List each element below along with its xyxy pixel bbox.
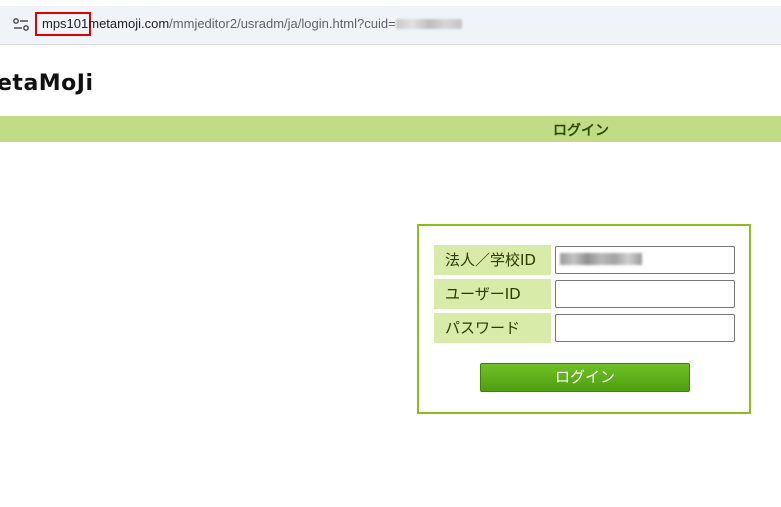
password-label: パスワード [434, 313, 551, 343]
login-button[interactable]: ログイン [480, 363, 690, 392]
tune-icon[interactable] [10, 16, 32, 34]
corp-id-label: 法人／学校ID [434, 245, 551, 275]
login-form: 法人／学校ID ユーザーID パスワード ログイン [417, 224, 751, 414]
password-input[interactable] [555, 314, 735, 342]
logo: etaMoJi [0, 71, 94, 96]
page-title: ログイン [553, 123, 609, 139]
address-bar[interactable]: mps101metamoji.com/mmjeditor2/usradm/ja/… [0, 6, 781, 45]
user-id-input[interactable] [555, 280, 735, 308]
header-band: ログイン [0, 116, 781, 142]
corp-id-input[interactable] [555, 246, 735, 274]
redacted-cuid [395, 19, 462, 29]
url-path: /mmjeditor2/usradm/ja/login.html?cuid= [169, 16, 396, 31]
url-text[interactable]: mps101metamoji.com/mmjeditor2/usradm/ja/… [42, 16, 462, 32]
url-host: metamoji.com [88, 16, 170, 31]
user-id-label: ユーザーID [434, 279, 551, 309]
url-subdomain: mps101 [42, 16, 89, 31]
